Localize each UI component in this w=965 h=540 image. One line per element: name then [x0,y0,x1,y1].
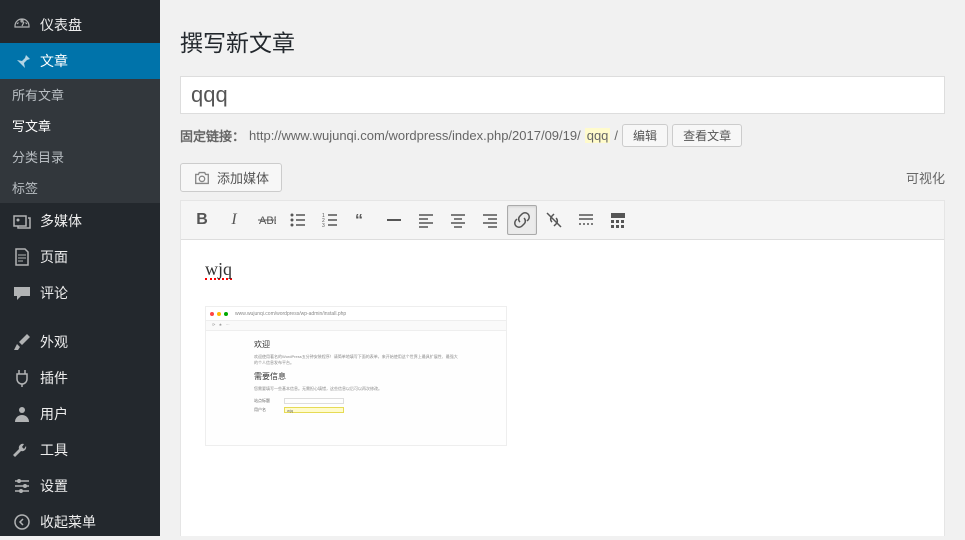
editor-content[interactable]: wjq www.wujunqi.com/wordpress/wp-admin/i… [181,240,944,536]
comments-icon [12,283,32,303]
link-button[interactable] [507,205,537,235]
sidebar-item-posts[interactable]: 文章 [0,43,160,79]
permalink-tail: / [614,128,618,143]
add-media-label: 添加媒体 [217,168,269,187]
align-left-button[interactable] [411,205,441,235]
sidebar-item-users[interactable]: 用户 [0,396,160,432]
brush-icon [12,332,32,352]
permalink-slug: qqq [585,128,611,143]
sidebar-item-appearance[interactable]: 外观 [0,324,160,360]
svg-text:ABE: ABE [259,215,276,227]
permalink-base: http://www.wujunqi.com/wordpress/index.p… [249,128,581,143]
sidebar-sub-tags[interactable]: 标签 [0,172,160,203]
add-media-button[interactable]: 添加媒体 [180,163,282,192]
editor-tab-visual[interactable]: 可视化 [906,168,945,187]
sidebar-label: 多媒体 [40,211,82,231]
camera-icon [193,169,211,187]
sidebar-label: 仪表盘 [40,15,82,35]
view-post-button[interactable]: 查看文章 [672,124,742,147]
permalink-row: 固定链接： http://www.wujunqi.com/wordpress/i… [180,124,945,147]
svg-text:“: “ [355,212,363,229]
sidebar-item-comments[interactable]: 评论 [0,275,160,311]
post-title-input[interactable] [191,82,934,108]
more-button[interactable] [571,205,601,235]
sidebar-label: 用户 [40,404,68,424]
collapse-icon [12,512,32,532]
permalink-label: 固定链接： [180,126,245,145]
pages-icon [12,247,32,267]
sidebar-item-plugins[interactable]: 插件 [0,360,160,396]
sidebar-label: 文章 [40,51,68,71]
sidebar-sub-categories[interactable]: 分类目录 [0,141,160,172]
sidebar-label: 收起菜单 [40,512,96,532]
embedded-image: www.wujunqi.com/wordpress/wp-admin/insta… [205,306,507,446]
strike-button[interactable]: ABE [251,205,281,235]
admin-sidebar: 仪表盘 文章 所有文章 写文章 分类目录 标签 多媒体 页面 评论 外观 插件 … [0,0,160,536]
post-title-wrap [180,76,945,114]
editor-toolbar: B I ABE 123 “ [181,201,944,240]
sidebar-label: 工具 [40,440,68,460]
users-icon [12,404,32,424]
sidebar-item-pages[interactable]: 页面 [0,239,160,275]
sidebar-sub-new-post[interactable]: 写文章 [0,110,160,141]
quote-button[interactable]: “ [347,205,377,235]
align-center-button[interactable] [443,205,473,235]
sidebar-label: 页面 [40,247,68,267]
bold-button[interactable]: B [187,205,217,235]
page-title: 撰写新文章 [180,10,945,76]
hr-button[interactable] [379,205,409,235]
align-right-button[interactable] [475,205,505,235]
editor-box: B I ABE 123 “ wjq www.wujunqi.com/wordpr… [180,200,945,536]
italic-button[interactable]: I [219,205,249,235]
ul-button[interactable] [283,205,313,235]
svg-text:3: 3 [322,223,325,229]
pin-icon [12,51,32,71]
ol-button[interactable]: 123 [315,205,345,235]
sidebar-posts-submenu: 所有文章 写文章 分类目录 标签 [0,79,160,203]
main-content: 撰写新文章 固定链接： http://www.wujunqi.com/wordp… [160,0,965,536]
sidebar-item-media[interactable]: 多媒体 [0,203,160,239]
sidebar-item-tools[interactable]: 工具 [0,432,160,468]
media-icon [12,211,32,231]
sidebar-sub-all-posts[interactable]: 所有文章 [0,79,160,110]
wrench-icon [12,440,32,460]
plug-icon [12,368,32,388]
sidebar-label: 评论 [40,283,68,303]
edit-slug-button[interactable]: 编辑 [622,124,668,147]
toolbar-toggle-button[interactable] [603,205,633,235]
sliders-icon [12,476,32,496]
sidebar-item-dashboard[interactable]: 仪表盘 [0,7,160,43]
sidebar-label: 设置 [40,476,68,496]
sidebar-label: 插件 [40,368,68,388]
dashboard-icon [12,15,32,35]
unlink-button[interactable] [539,205,569,235]
sidebar-item-settings[interactable]: 设置 [0,468,160,504]
editor-text: wjq [205,260,232,280]
sidebar-label: 外观 [40,332,68,352]
sidebar-item-collapse[interactable]: 收起菜单 [0,504,160,540]
